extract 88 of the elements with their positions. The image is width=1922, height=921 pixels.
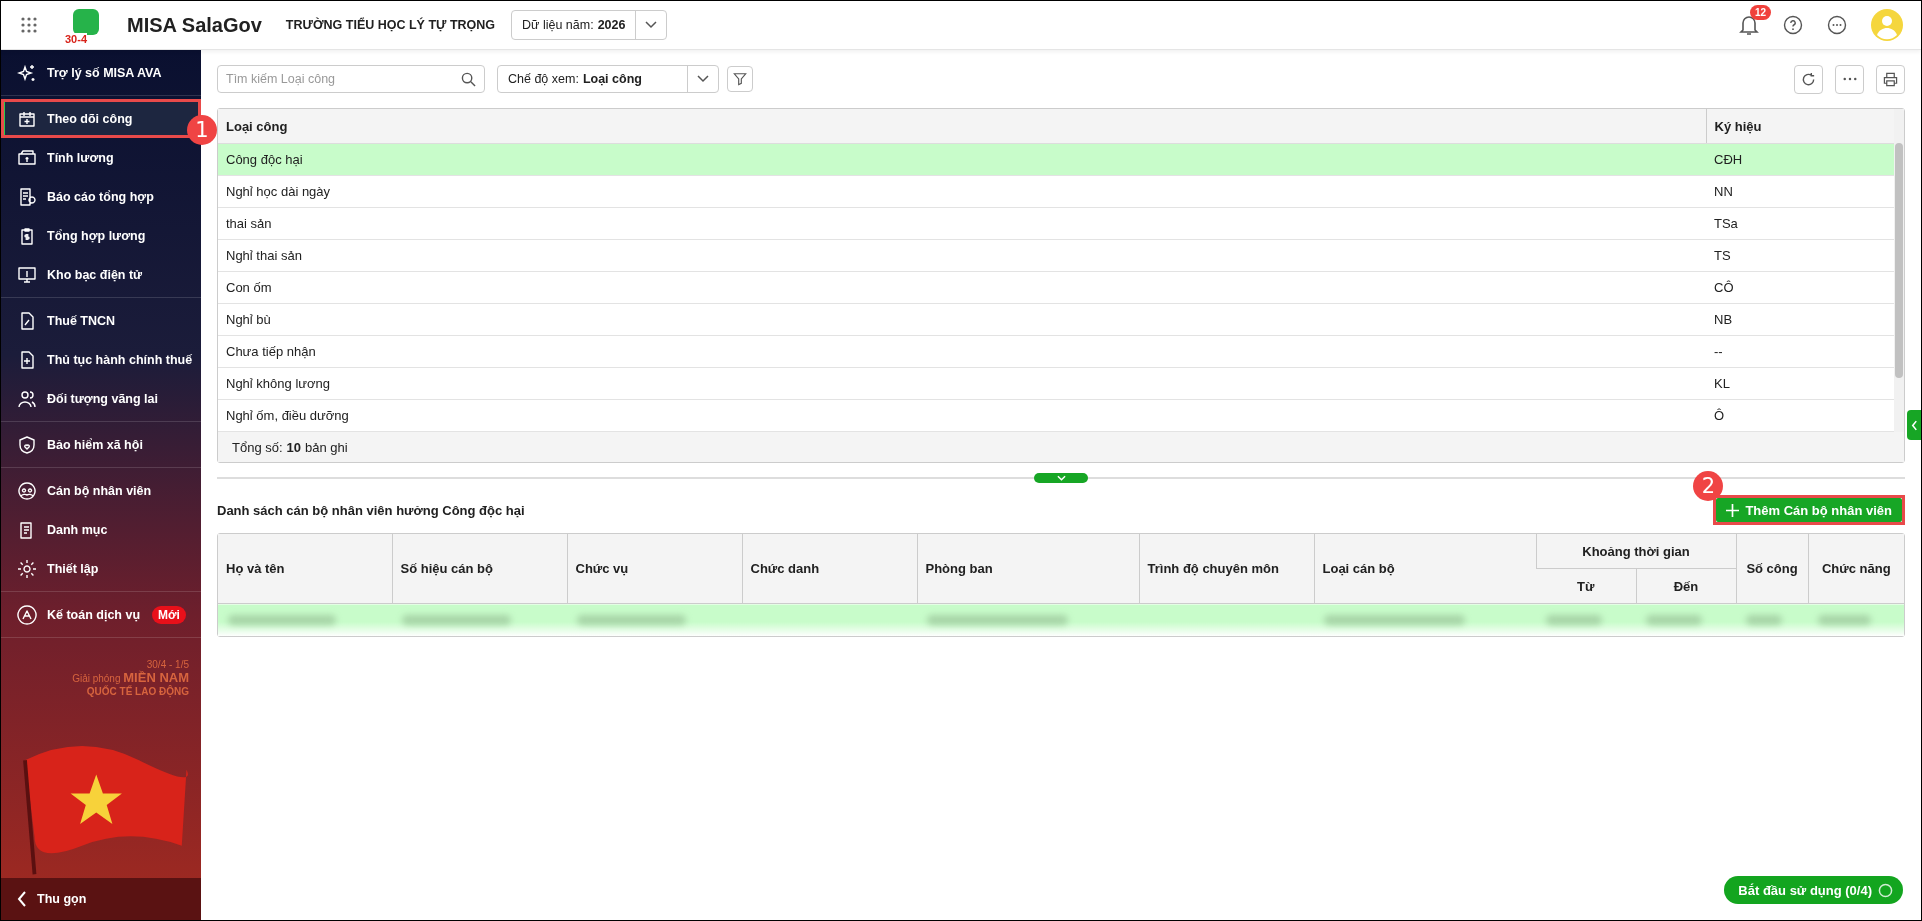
column-header: Số hiệu cán bộ <box>392 534 567 604</box>
table-cell: Nghỉ bù <box>218 303 1706 336</box>
chevron-down-icon <box>1056 475 1066 481</box>
table-cell: Nghỉ không lương <box>218 367 1706 400</box>
search-field[interactable]: Tìm kiếm Loại công <box>217 65 485 93</box>
banner-headline: Giải phóng MIỀN NAM <box>72 671 189 685</box>
chevron-left-icon <box>1910 419 1918 431</box>
people-icon <box>17 388 37 409</box>
column-header: Số công <box>1736 534 1808 604</box>
table-row[interactable]: Công độc hại CĐH <box>218 143 1894 176</box>
column-header: Phòng ban <box>917 534 1139 604</box>
notification-count: 12 <box>1750 5 1772 20</box>
assistant-menu-item[interactable]: Trợ lý số MISA AVA <box>1 53 201 92</box>
column-header: Loại công <box>218 109 1706 144</box>
table-row[interactable]: Con ốm CÔ <box>218 271 1894 304</box>
apps-grid-icon[interactable] <box>21 17 37 33</box>
column-header: Họ và tên <box>218 534 392 604</box>
printer-icon <box>1883 71 1898 87</box>
filter-button[interactable] <box>727 66 753 92</box>
chevron-down-icon <box>645 21 658 29</box>
record-total: Tổng số: 10 bản ghi <box>218 432 1904 462</box>
column-header: Từ <box>1536 568 1636 604</box>
table-row[interactable]: Nghỉ không lương KL <box>218 367 1894 400</box>
table-row[interactable]: thai sản TSa <box>218 207 1894 240</box>
column-header: Chức năng <box>1808 534 1904 604</box>
table-row[interactable]: Nghỉ thai sản TS <box>218 239 1894 272</box>
banner-subline: QUỐC TẾ LAO ĐỘNG <box>86 685 189 698</box>
callout-marker: 1 <box>187 115 217 145</box>
sidebar-item[interactable]: Bảo hiểm xã hội <box>1 425 201 464</box>
table-row[interactable]: Nghỉ học dài ngày NN <box>218 175 1894 208</box>
section-title: Danh sách cán bộ nhân viên hưởng Công độc hại <box>217 502 525 518</box>
sidebar-item[interactable]: Kế toán dịch vụ Mới <box>1 595 201 634</box>
column-header: Chức vụ <box>567 534 742 604</box>
gear-icon <box>17 558 37 579</box>
table-cell: Chưa tiếp nhận <box>218 335 1706 368</box>
table-row[interactable]: Nghỉ ốm, điều dưỡng Ô <box>218 399 1894 432</box>
table-cell: Công độc hại <box>218 143 1706 176</box>
refresh-icon <box>1801 71 1816 87</box>
sidebar-item[interactable]: Danh mục <box>1 510 201 549</box>
callout-marker: 2 <box>1693 471 1724 501</box>
sidebar-item[interactable]: Kho bạc điện tử <box>1 255 201 294</box>
sparkle-icon <box>17 62 37 83</box>
sidebar-item[interactable]: Cán bộ nhân viên <box>1 471 201 510</box>
app-title: MISA SalaGov <box>127 13 262 37</box>
sidebar-item[interactable]: Tổng hợp lương <box>1 216 201 255</box>
sidebar-item[interactable]: Thuế TNCN <box>1 301 201 340</box>
column-header: Ký hiệu <box>1706 109 1894 144</box>
table-cell: Nghỉ thai sản <box>218 239 1706 272</box>
sidebar-item[interactable]: Thiết lập <box>1 549 201 588</box>
more-icon <box>1842 77 1857 81</box>
plus-icon <box>1726 503 1740 517</box>
organization-name: TRƯỜNG TIỂU HỌC LÝ TỰ TRỌNG <box>285 18 496 32</box>
filter-icon <box>733 72 747 86</box>
sidebar-item[interactable]: Thủ tục hành chính thuế <box>1 340 201 379</box>
side-panel-tab[interactable] <box>1907 410 1921 440</box>
column-group-header: Khoảng thời gian <box>1536 534 1736 569</box>
print-button[interactable] <box>1876 64 1905 94</box>
shield-icon <box>17 434 37 455</box>
help-icon[interactable] <box>1783 15 1803 35</box>
sidebar-item[interactable]: Báo cáo tổng hợp <box>1 177 201 216</box>
report-icon <box>17 186 37 207</box>
table-row[interactable]: Nghỉ bù NB <box>218 303 1894 336</box>
bell-icon[interactable] <box>1739 14 1759 36</box>
splitter-handle[interactable] <box>1034 473 1088 483</box>
search-icon <box>461 72 476 87</box>
table-cell: Nghỉ ốm, điều dưỡng <box>218 399 1706 432</box>
view-mode-dropdown[interactable]: Chế độ xem: Loại công <box>497 65 719 93</box>
progress-ring-icon <box>1878 882 1893 898</box>
refresh-button[interactable] <box>1794 64 1823 94</box>
column-header: Chức danh <box>742 534 917 604</box>
table-cell: Nghỉ học dài ngày <box>218 175 1706 208</box>
more-icon[interactable] <box>1827 15 1847 35</box>
table-cell: thai sản <box>218 207 1706 240</box>
column-header: Loại cán bộ <box>1314 534 1536 604</box>
chevron-left-icon <box>17 891 27 907</box>
banner-dates: 30/4 - 1/5 <box>146 658 189 670</box>
monitor-icon <box>17 264 37 285</box>
chevron-down-icon <box>697 75 709 83</box>
table-row[interactable]: Chưa tiếp nhận -- <box>218 335 1894 368</box>
app-logo: 30-4 <box>57 5 119 45</box>
year-selector[interactable]: Dữ liệu năm: 2026 <box>511 10 668 40</box>
sidebar-item[interactable]: Đối tượng vãng lai <box>1 379 201 418</box>
table-cell: Con ốm <box>218 271 1706 304</box>
column-header: Trình độ chuyên môn <box>1139 534 1314 604</box>
scrollbar[interactable] <box>1894 109 1904 432</box>
table-cell: CĐH <box>1706 143 1894 176</box>
column-header: Đến <box>1636 568 1736 604</box>
collapse-sidebar-button[interactable]: Thu gọn <box>1 878 201 920</box>
